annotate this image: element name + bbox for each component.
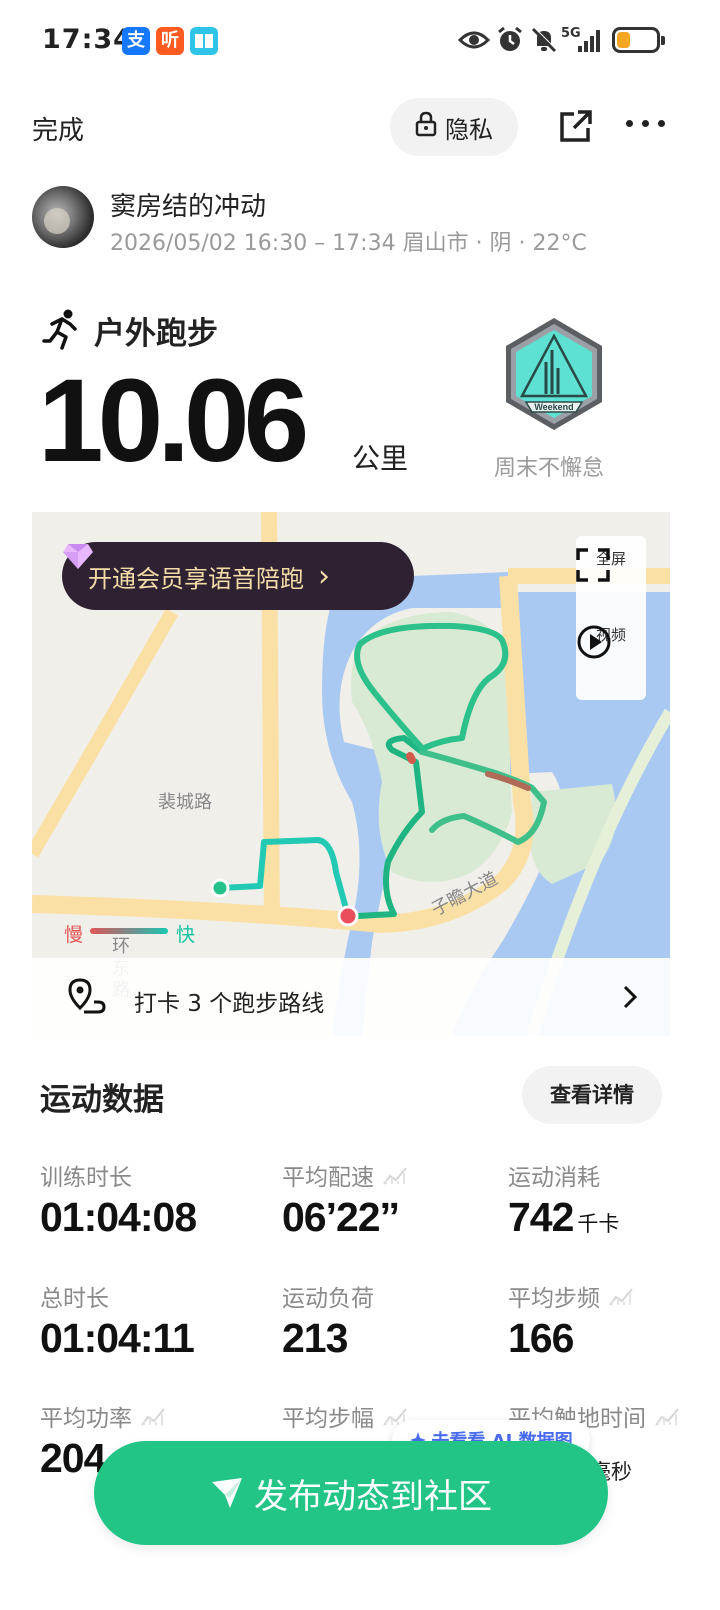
view-details-button[interactable]: 查看详情 bbox=[522, 1066, 662, 1124]
route-map[interactable]: 裴城路 子瞻大道 环东路 开通会员享语音陪跑 › 全屏 视频 慢 快 打卡 3 … bbox=[32, 512, 670, 1036]
stat-calories: 742 千卡 bbox=[508, 1194, 620, 1240]
checkin-routes-row[interactable]: 打卡 3 个跑步路线 bbox=[32, 958, 670, 1036]
trend-chart-icon bbox=[609, 1288, 633, 1306]
legend-slow: 慢 bbox=[64, 924, 84, 946]
eye-icon bbox=[457, 28, 491, 56]
publish-label: 发布动态到社区 bbox=[254, 1476, 492, 1517]
status-bar: 17:34 支 听 5G bbox=[0, 0, 720, 80]
stat-avg-pace: 06’22’’ bbox=[282, 1194, 400, 1240]
fullscreen-button[interactable]: 全屏 bbox=[576, 548, 646, 582]
signal-icon bbox=[576, 28, 604, 58]
trend-chart-icon bbox=[383, 1167, 407, 1185]
fullscreen-icon bbox=[576, 548, 610, 582]
user-name: 窦房结的冲动 bbox=[110, 192, 267, 222]
stat-label[interactable]: 平均功率 bbox=[40, 1399, 166, 1433]
route-start-marker bbox=[210, 878, 230, 898]
running-icon bbox=[42, 308, 82, 354]
stat-label: 总时长 bbox=[40, 1286, 109, 1312]
privacy-button[interactable]: 隐私 bbox=[390, 98, 518, 156]
clock: 17:34 bbox=[42, 24, 133, 55]
trend-chart-icon bbox=[655, 1408, 679, 1426]
checkin-text: 打卡 3 个跑步路线 bbox=[134, 991, 325, 1017]
stat-total-duration: 01:04:11 bbox=[40, 1315, 195, 1361]
done-button[interactable]: 完成 bbox=[32, 110, 84, 147]
weekend-badge-icon[interactable]: Weekend bbox=[496, 316, 612, 436]
more-options-icon[interactable] bbox=[626, 120, 665, 127]
section-title: 运动数据 bbox=[40, 1082, 164, 1118]
video-button[interactable]: 视频 bbox=[576, 624, 646, 659]
stat-training-duration: 01:04:08 bbox=[40, 1194, 197, 1240]
stat-label: 训练时长 bbox=[40, 1165, 132, 1191]
audio-app-icon: 听 bbox=[156, 27, 184, 55]
publish-to-community-button[interactable]: 发布动态到社区 bbox=[94, 1441, 608, 1545]
distance-unit: 公里 bbox=[352, 442, 409, 475]
pace-legend-bar bbox=[90, 928, 168, 934]
stat-avg-power: 204 bbox=[40, 1435, 106, 1481]
road-label-peicheng: 裴城路 bbox=[158, 792, 212, 813]
vip-voice-banner[interactable]: 开通会员享语音陪跑 › bbox=[62, 542, 414, 610]
stat-label[interactable]: 平均步幅 bbox=[282, 1399, 408, 1433]
route-end-marker bbox=[337, 905, 359, 927]
stat-label: 运动负荷 bbox=[282, 1286, 374, 1312]
alipay-icon: 支 bbox=[122, 27, 150, 55]
badge-text: Weekend bbox=[534, 402, 573, 412]
activity-type: 户外跑步 bbox=[94, 316, 218, 352]
map-controls: 全屏 视频 bbox=[576, 536, 646, 700]
stat-label[interactable]: 平均步频 bbox=[508, 1279, 634, 1313]
distance-value: 10.06 bbox=[38, 355, 309, 487]
badge-label: 周末不懈怠 bbox=[494, 456, 605, 481]
stat-training-load: 213 bbox=[282, 1315, 348, 1361]
send-icon bbox=[212, 1478, 242, 1508]
avatar[interactable] bbox=[32, 186, 94, 248]
privacy-label: 隐私 bbox=[445, 115, 493, 144]
vip-banner-text: 开通会员享语音陪跑 bbox=[88, 564, 304, 593]
battery-icon bbox=[612, 27, 665, 53]
mute-icon bbox=[530, 26, 558, 58]
legend-fast: 快 bbox=[176, 924, 196, 946]
chevron-right-icon: › bbox=[318, 558, 330, 594]
play-icon bbox=[577, 625, 611, 659]
stat-label[interactable]: 平均配速 bbox=[282, 1158, 408, 1192]
alarm-icon bbox=[496, 26, 524, 58]
lock-icon bbox=[415, 111, 437, 143]
stat-label: 运动消耗 bbox=[508, 1165, 600, 1191]
workout-meta: 2026/05/02 16:30 – 17:34 眉山市 · 阴 · 22°C bbox=[110, 231, 587, 256]
stat-avg-cadence: 166 bbox=[508, 1315, 574, 1361]
battery-level bbox=[617, 32, 630, 48]
reader-app-icon bbox=[190, 27, 218, 55]
share-icon[interactable] bbox=[558, 110, 594, 148]
trend-chart-icon bbox=[141, 1408, 165, 1426]
